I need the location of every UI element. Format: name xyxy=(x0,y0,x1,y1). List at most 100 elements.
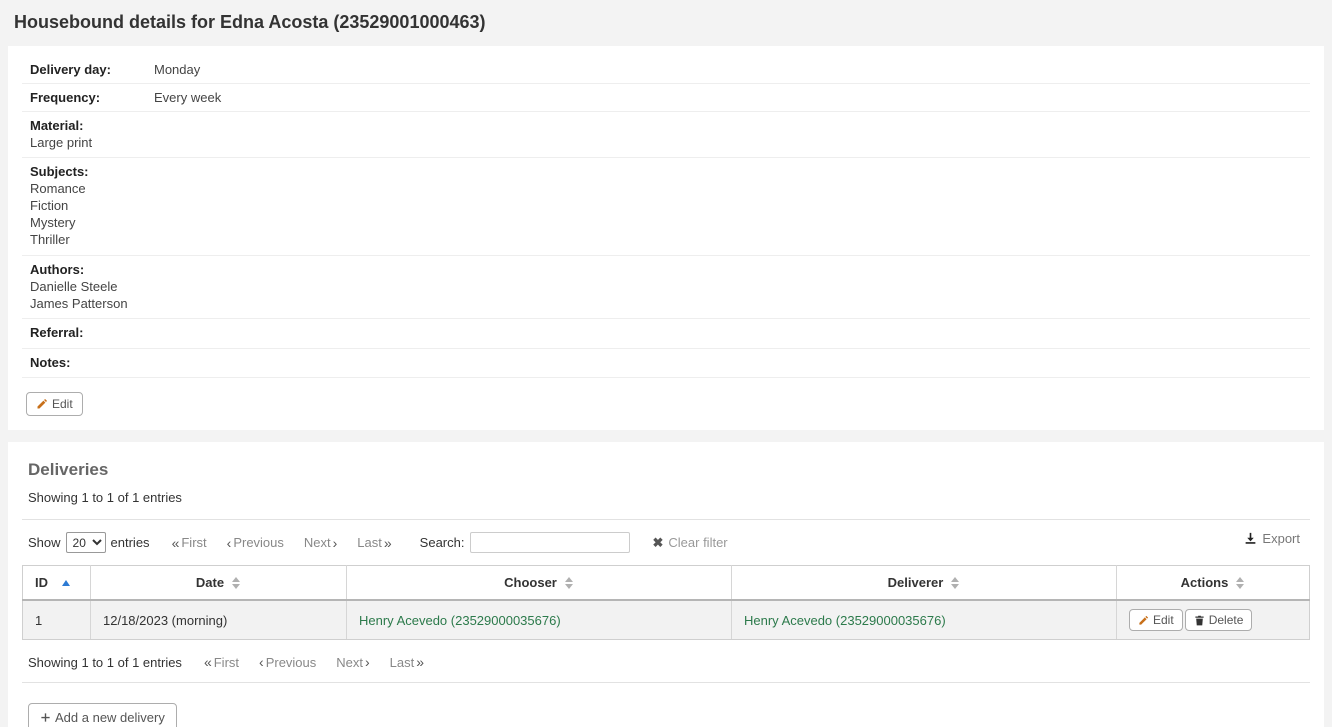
detail-row-delivery-day: Delivery day: Monday xyxy=(22,56,1310,84)
detail-value-subjects: Romance Fiction Mystery Thriller xyxy=(30,181,1310,249)
detail-row-authors: Authors: Danielle Steele James Patterson xyxy=(22,256,1310,320)
pencil-icon xyxy=(1138,615,1149,626)
row-edit-label: Edit xyxy=(1153,614,1174,626)
column-header-deliverer[interactable]: Deliverer xyxy=(732,566,1117,601)
page-title: Housebound details for Edna Acosta (2352… xyxy=(0,0,1332,46)
pagination-next-bottom[interactable]: Next › xyxy=(336,654,369,670)
sort-ascending-icon xyxy=(62,580,71,586)
list-item: Romance xyxy=(30,181,1310,198)
trash-icon xyxy=(1194,615,1205,626)
pagination-previous-label: Previous xyxy=(233,535,284,550)
list-item: Danielle Steele xyxy=(30,278,1310,295)
deliveries-panel: Deliveries Showing 1 to 1 of 1 entries S… xyxy=(8,442,1324,727)
chevron-right-icon: › xyxy=(365,654,370,670)
double-chevron-right-icon: » xyxy=(416,654,424,670)
pagination-next-label: Next xyxy=(336,655,363,670)
cell-date: 12/18/2023 (morning) xyxy=(91,600,347,640)
detail-row-notes: Notes: xyxy=(22,349,1310,379)
detail-value-material: Large print xyxy=(30,134,1310,151)
double-chevron-left-icon: « xyxy=(172,535,180,551)
pagination-previous-top[interactable]: ‹ Previous xyxy=(227,535,284,551)
row-action-buttons: Edit Delete xyxy=(1129,609,1252,631)
housebound-details-panel: Delivery day: Monday Frequency: Every we… xyxy=(8,46,1324,431)
chevron-left-icon: ‹ xyxy=(227,535,232,551)
pagination-first-label: First xyxy=(214,655,239,670)
pagination-last-label: Last xyxy=(390,655,415,670)
row-edit-button[interactable]: Edit xyxy=(1129,609,1183,631)
chooser-link[interactable]: Henry Acevedo (23529000035676) xyxy=(359,613,561,628)
pagination-next-label: Next xyxy=(304,535,331,550)
column-header-actions[interactable]: Actions xyxy=(1117,566,1310,601)
double-chevron-left-icon: « xyxy=(204,654,212,670)
pagination-top: « First ‹ Previous Next › Last » xyxy=(172,535,392,551)
detail-value-delivery-day: Monday xyxy=(154,56,1310,84)
details-table: Delivery day: Monday Frequency: Every we… xyxy=(22,56,1310,112)
plus-icon xyxy=(40,712,51,723)
clear-filter-label: Clear filter xyxy=(668,535,727,550)
pagination-first-top[interactable]: « First xyxy=(172,535,207,551)
row-delete-button[interactable]: Delete xyxy=(1185,609,1253,631)
table-row: 1 12/18/2023 (morning) Henry Acevedo (23… xyxy=(23,600,1310,640)
detail-value-frequency: Every week xyxy=(154,83,1310,111)
column-label-actions: Actions xyxy=(1181,575,1229,590)
chevron-right-icon: › xyxy=(333,535,338,551)
x-icon: ✖ xyxy=(652,535,663,551)
list-item: James Patterson xyxy=(30,295,1310,312)
deliverer-link[interactable]: Henry Acevedo (23529000035676) xyxy=(744,613,946,628)
table-controls-bar: Show 20 entries « First ‹ Previous Next … xyxy=(22,520,1310,565)
detail-label-authors: Authors: xyxy=(30,261,1310,279)
list-item: Large print xyxy=(30,134,1310,151)
pagination-last-top[interactable]: Last » xyxy=(357,535,391,551)
pagination-first-bottom[interactable]: « First xyxy=(204,654,239,670)
download-icon xyxy=(1244,532,1257,545)
list-item: Thriller xyxy=(30,232,1310,249)
sort-both-icon xyxy=(232,577,241,589)
detail-label-subjects: Subjects: xyxy=(30,163,1310,181)
sort-both-icon xyxy=(565,577,574,589)
cell-chooser: Henry Acevedo (23529000035676) xyxy=(347,600,732,640)
deliveries-section-title: Deliveries xyxy=(28,460,1310,480)
cell-id: 1 xyxy=(23,600,91,640)
pagination-previous-label: Previous xyxy=(266,655,317,670)
edit-housebound-details-button[interactable]: Edit xyxy=(26,392,83,416)
pagination-first-label: First xyxy=(181,535,206,550)
list-item: Fiction xyxy=(30,198,1310,215)
export-label: Export xyxy=(1262,531,1300,546)
search-label: Search: xyxy=(420,535,465,550)
detail-label-delivery-day: Delivery day: xyxy=(22,56,154,84)
detail-row-frequency: Frequency: Every week xyxy=(22,83,1310,111)
sort-both-icon xyxy=(951,577,960,589)
detail-label-notes: Notes: xyxy=(30,354,1310,372)
detail-label-material: Material: xyxy=(30,117,1310,135)
column-header-chooser[interactable]: Chooser xyxy=(347,566,732,601)
add-new-delivery-button[interactable]: Add a new delivery xyxy=(28,703,177,727)
column-label-chooser: Chooser xyxy=(504,575,557,590)
clear-filter-button[interactable]: ✖ Clear filter xyxy=(652,535,727,551)
row-delete-label: Delete xyxy=(1209,614,1244,626)
showing-entries-top: Showing 1 to 1 of 1 entries xyxy=(28,490,1310,505)
column-header-date[interactable]: Date xyxy=(91,566,347,601)
detail-row-subjects: Subjects: Romance Fiction Mystery Thrill… xyxy=(22,158,1310,255)
pagination-next-top[interactable]: Next › xyxy=(304,535,337,551)
pagination-previous-bottom[interactable]: ‹ Previous xyxy=(259,654,316,670)
column-label-id: ID xyxy=(35,575,48,590)
detail-value-authors: Danielle Steele James Patterson xyxy=(30,278,1310,312)
chevron-left-icon: ‹ xyxy=(259,654,264,670)
sort-both-icon xyxy=(1236,577,1245,589)
pagination-last-label: Last xyxy=(357,535,382,550)
pencil-icon xyxy=(36,398,48,410)
column-header-id[interactable]: ID xyxy=(23,566,91,601)
page-length-select[interactable]: 20 xyxy=(66,532,106,553)
export-button[interactable]: Export xyxy=(1244,531,1300,546)
column-label-date: Date xyxy=(196,575,224,590)
pagination-last-bottom[interactable]: Last » xyxy=(390,654,424,670)
add-new-delivery-label: Add a new delivery xyxy=(55,711,165,724)
column-label-deliverer: Deliverer xyxy=(888,575,944,590)
detail-label-frequency: Frequency: xyxy=(22,83,154,111)
pagination-bottom: « First ‹ Previous Next › Last » xyxy=(204,654,424,670)
showing-entries-bottom: Showing 1 to 1 of 1 entries xyxy=(28,655,182,670)
search-input[interactable] xyxy=(470,532,630,553)
detail-row-material: Material: Large print xyxy=(22,112,1310,159)
deliveries-table: ID Date Chooser xyxy=(22,565,1310,640)
list-item: Mystery xyxy=(30,215,1310,232)
